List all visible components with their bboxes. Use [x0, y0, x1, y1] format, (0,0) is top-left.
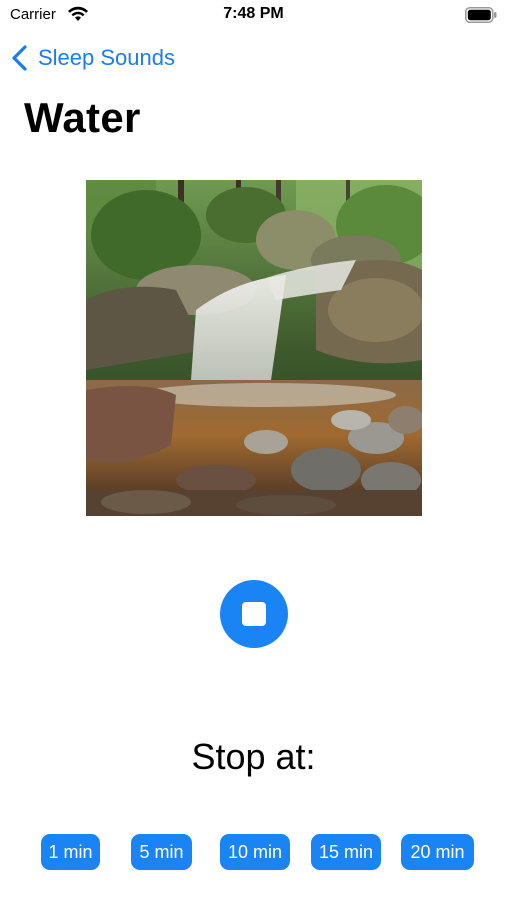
stop-icon	[242, 602, 266, 626]
chevron-left-icon	[12, 45, 27, 71]
status-bar: Carrier 7:48 PM	[0, 0, 507, 32]
screen: Carrier 7:48 PM Sleep Sounds Water Stop …	[0, 0, 507, 900]
timer-button-20-min[interactable]: 20 min	[401, 834, 474, 870]
stop-button[interactable]	[220, 580, 288, 648]
page-title: Water	[24, 94, 141, 141]
timer-options: 1 min 5 min 10 min 15 min 20 min	[0, 834, 507, 870]
back-button[interactable]: Sleep Sounds	[10, 40, 175, 76]
timer-button-10-min[interactable]: 10 min	[220, 834, 290, 870]
timer-button-1-min[interactable]: 1 min	[41, 834, 100, 870]
battery-icon	[465, 7, 497, 23]
timer-button-5-min[interactable]: 5 min	[131, 834, 192, 870]
waterfall-image	[86, 180, 422, 516]
timer-button-15-min[interactable]: 15 min	[311, 834, 381, 870]
back-button-label: Sleep Sounds	[38, 45, 175, 70]
stop-at-label: Stop at:	[191, 736, 316, 777]
status-time: 7:48 PM	[223, 5, 284, 22]
